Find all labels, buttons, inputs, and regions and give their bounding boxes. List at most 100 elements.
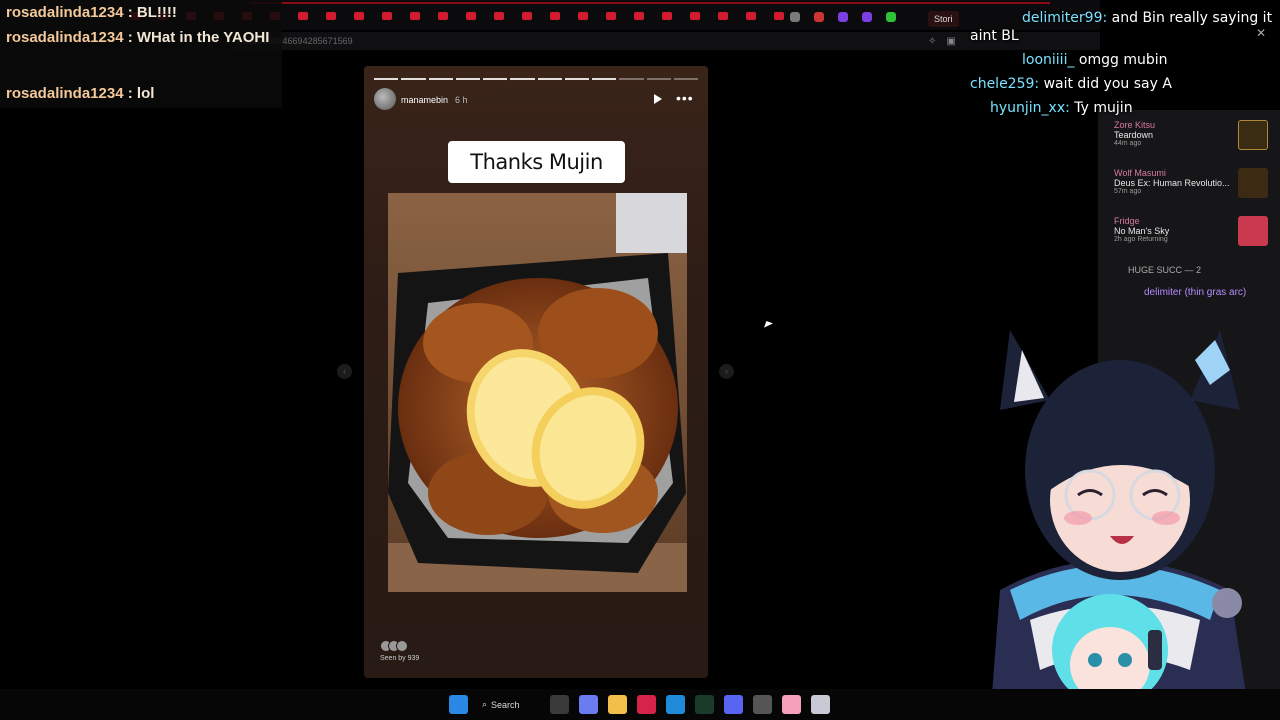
youtube-tab-icon[interactable] bbox=[382, 12, 392, 20]
overlay-chat-username: looniiii_ bbox=[1022, 52, 1075, 68]
overlay-chat-message: aint BL bbox=[970, 28, 1019, 44]
youtube-tab-icon[interactable] bbox=[690, 12, 700, 20]
progress-segment bbox=[619, 78, 644, 80]
youtube-tab-icon[interactable] bbox=[522, 12, 532, 20]
obs-icon[interactable] bbox=[753, 695, 772, 714]
more-options-icon[interactable]: ••• bbox=[676, 90, 694, 106]
youtube-tab-icon[interactable] bbox=[326, 12, 336, 20]
youtube-tab-icon[interactable] bbox=[746, 12, 756, 20]
tab-icon[interactable] bbox=[886, 12, 896, 22]
overlay-chat-text: wait did you say A bbox=[1043, 76, 1172, 92]
youtube-tab-icon[interactable] bbox=[466, 12, 476, 20]
tab-icon[interactable] bbox=[862, 12, 872, 22]
game-thumbnail bbox=[1238, 168, 1268, 198]
progress-segment bbox=[592, 78, 617, 80]
youtube-tab-icon[interactable] bbox=[410, 12, 420, 20]
app-icon[interactable] bbox=[811, 695, 830, 714]
viewer-avatars[interactable] bbox=[380, 640, 408, 652]
overlay-chat-message: hyunjin_xx: Ty mujin bbox=[990, 100, 1133, 116]
progress-segment bbox=[428, 78, 453, 80]
progress-segment bbox=[483, 78, 508, 80]
overlay-chat-username: delimiter99: bbox=[1022, 10, 1108, 26]
overlay-chat-username: hyunjin_xx: bbox=[990, 100, 1070, 116]
game-thumbnail bbox=[1238, 120, 1268, 150]
chat-overlay: rosadalinda1234 : BL!!!! rosadalinda1234… bbox=[0, 0, 282, 108]
overlay-chat-username: chele259: bbox=[970, 76, 1040, 92]
youtube-tab-icon[interactable] bbox=[578, 12, 588, 20]
story-caption: Thanks Mujin again bbox=[448, 141, 625, 216]
story-photo bbox=[388, 193, 687, 592]
progress-segment bbox=[401, 78, 426, 80]
tab-icon[interactable] bbox=[838, 12, 848, 22]
progress-segment bbox=[537, 78, 562, 80]
address-bar-actions: ✧ ▣ bbox=[928, 36, 956, 47]
overlay-chat-text: Ty mujin bbox=[1074, 100, 1133, 116]
progress-segment bbox=[646, 78, 671, 80]
youtube-tab-icon[interactable] bbox=[354, 12, 364, 20]
food-photo-illustration bbox=[388, 193, 687, 592]
chat-username: rosadalinda1234 bbox=[6, 85, 124, 102]
previous-story-button[interactable]: ‹ bbox=[337, 364, 352, 379]
overlay-chat: delimiter99: and Bin really saying it ai… bbox=[966, 0, 1280, 122]
avatar bbox=[396, 640, 408, 652]
chat-username: rosadalinda1234 bbox=[6, 4, 124, 21]
story-username[interactable]: manamebin bbox=[401, 95, 448, 105]
story-progress bbox=[374, 78, 698, 80]
youtube-tab-icon[interactable] bbox=[298, 12, 308, 20]
chat-message: rosadalinda1234 : lol bbox=[0, 81, 282, 108]
extra-tabs[interactable] bbox=[790, 12, 896, 22]
tab-icon[interactable] bbox=[790, 12, 800, 22]
youtube-tab-icon[interactable] bbox=[494, 12, 504, 20]
mouse-cursor bbox=[764, 321, 773, 330]
youtube-tab-icon[interactable] bbox=[662, 12, 672, 20]
next-story-button[interactable]: › bbox=[719, 364, 734, 379]
tab-accent-line bbox=[250, 2, 1050, 4]
progress-segment bbox=[564, 78, 589, 80]
overlay-chat-text: aint BL bbox=[970, 28, 1019, 44]
seen-by-count[interactable]: Seen by 939 bbox=[380, 655, 419, 662]
chat-message: rosadalinda1234 : BL!!!! bbox=[0, 0, 282, 25]
vtuber-avatar bbox=[940, 290, 1280, 720]
discord-icon[interactable] bbox=[724, 695, 743, 714]
file-explorer-icon[interactable] bbox=[608, 695, 627, 714]
game-thumbnail bbox=[1238, 216, 1268, 246]
youtube-tab-icon[interactable] bbox=[606, 12, 616, 20]
progress-segment bbox=[374, 78, 399, 80]
terminal-icon[interactable] bbox=[695, 695, 714, 714]
youtube-tab-icon[interactable] bbox=[550, 12, 560, 20]
avatar[interactable] bbox=[374, 88, 396, 110]
progress-segment bbox=[673, 78, 698, 80]
youtube-tab-icon[interactable] bbox=[438, 12, 448, 20]
tab-icon[interactable] bbox=[814, 12, 824, 22]
youtube-tab-icon[interactable] bbox=[718, 12, 728, 20]
task-view-icon[interactable] bbox=[550, 695, 569, 714]
search-label: Search bbox=[491, 699, 520, 710]
story-timestamp: 6 h bbox=[455, 95, 468, 105]
bookmark-icon[interactable]: ✧ bbox=[928, 36, 936, 47]
youtube-tab-icon[interactable] bbox=[634, 12, 644, 20]
tab-label: Stori bbox=[934, 14, 953, 24]
search-icon: ⌕ bbox=[482, 699, 488, 709]
play-icon[interactable] bbox=[654, 94, 662, 104]
extensions-icon[interactable]: ▣ bbox=[946, 36, 955, 47]
edge-icon[interactable] bbox=[666, 695, 685, 714]
close-icon[interactable]: ✕ bbox=[1256, 26, 1266, 40]
chat-text: : WHat in the YAOHI bbox=[127, 29, 270, 46]
taskbar-search[interactable]: ⌕ Search bbox=[478, 695, 540, 714]
group-label: HUGE SUCC — 2 bbox=[1128, 265, 1202, 275]
app-icon[interactable] bbox=[782, 695, 801, 714]
tab-active[interactable]: Stori bbox=[928, 11, 959, 27]
overlay-chat-message: looniiii_ omgg mubin bbox=[1022, 52, 1168, 68]
progress-segment bbox=[510, 78, 535, 80]
start-icon[interactable] bbox=[449, 695, 468, 714]
chat-text: : lol bbox=[127, 85, 155, 102]
overlay-chat-message: chele259: wait did you say A bbox=[970, 76, 1172, 92]
taskbar: ⌕ Search bbox=[0, 689, 1280, 720]
copilot-icon[interactable] bbox=[579, 695, 598, 714]
story-viewer[interactable]: manamebin 6 h ••• Thanks Mujin again bbox=[364, 66, 708, 678]
chat-text: : BL!!!! bbox=[127, 4, 177, 21]
youtube-tab-icon[interactable] bbox=[774, 12, 784, 20]
chat-message: rosadalinda1234 : WHat in the YAOHI bbox=[0, 25, 282, 81]
browser-icon[interactable] bbox=[637, 695, 656, 714]
chat-username: rosadalinda1234 bbox=[6, 29, 124, 46]
